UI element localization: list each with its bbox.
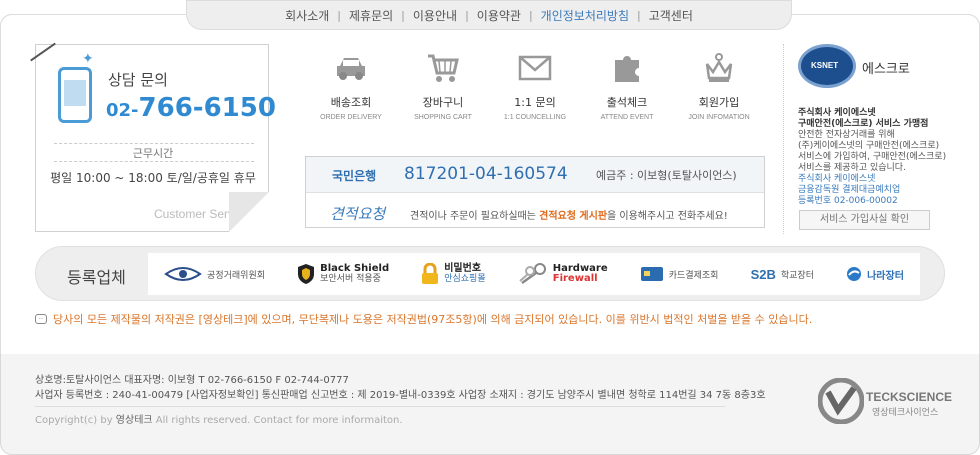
partner-s2b[interactable]: S2B 학교장터 — [751, 267, 814, 282]
footer-company-line: 상호명:토탈사이언스 대표자명: 이보형 T 02-766-6150 F 02-… — [35, 375, 349, 386]
registered-partners: 등록업체 공정거래위원회 Black Shield 보안서버 적용중 비밀번호 안심… — [35, 246, 945, 301]
footer-copyright: Copyright(c) by 영상테크 All rights reserved… — [35, 415, 403, 426]
nav-partnership[interactable]: 제휴문의 — [341, 7, 401, 24]
s2b-icon: S2B — [750, 266, 776, 282]
bank-row: 국민은행 817201-04-160574 예금주 : 이보형(토탈사이언스) — [306, 157, 764, 193]
contact-card: ✦ 상담 문의 02-766-6150 근무시간 평일 10:00 ~ 18:0… — [30, 42, 276, 232]
phone-prefix: 02- — [106, 100, 139, 121]
cart-icon — [426, 52, 460, 84]
menu-label: 장바구니 — [422, 96, 464, 109]
brand-name-en: TECKSCIENCE — [866, 390, 953, 404]
speech-bubble-icon: ·· — [35, 314, 47, 324]
mail-icon — [518, 52, 552, 84]
brand-name-ko: 영상테크사이언스 — [872, 408, 939, 418]
menu-label: 1:1 문의 — [514, 96, 556, 109]
bank-name: 국민은행 — [332, 169, 377, 183]
lock-icon — [422, 263, 439, 284]
car-icon — [334, 52, 368, 84]
partner-password-safe[interactable]: 비밀번호 안심쇼핑몰 — [421, 263, 486, 285]
nara-icon — [847, 267, 862, 281]
phone-main: 766-6150 — [138, 93, 276, 123]
escrow-title: 에스크로 — [862, 62, 910, 77]
quote-request-title[interactable]: 견적요청 — [330, 203, 385, 224]
footer-divider — [35, 406, 725, 407]
page-fold-corner — [229, 192, 269, 232]
menu-label: 회원가입 — [698, 96, 740, 109]
contact-phone[interactable]: 02-766-6150 — [106, 93, 276, 123]
escrow-verify-button[interactable]: 서비스 가입사실 확인 — [799, 210, 930, 230]
quote-board-link[interactable]: 견적요청 게시판 — [539, 211, 607, 222]
ftc-eye-icon — [164, 267, 202, 281]
copyright-notice: ·· 당사의 모든 제작물의 저작권은 [영상테크]에 있으며, 무단복제나 도… — [35, 311, 812, 327]
keys-icon — [519, 263, 546, 285]
escrow-text: 주식회사 케이에스넷 구매안전(에스크로) 서비스 가맹점 안전한 전자상거래를… — [798, 108, 947, 206]
business-hours: 평일 10:00 ~ 18:00 토/일/공휴일 휴무 — [50, 171, 256, 185]
menu-sub-label: JOIN INFOMATION — [688, 114, 750, 121]
partner-black-shield[interactable]: Black Shield 보안서버 적용중 — [297, 263, 389, 285]
quote-request-text: 견적이나 주문이 필요하실때는 견적요청 게시판을 이용해주시고 전화주세요! — [410, 211, 728, 222]
top-nav: 회사소개 | 제휴문의 | 이용안내 | 이용약관 | 개인정보처리방침 | 고… — [186, 0, 792, 30]
notice-text: 당사의 모든 제작물의 저작권은 [영상테크]에 있으며, 무단복제나 도용은 … — [53, 313, 813, 326]
nav-terms[interactable]: 이용약관 — [469, 7, 529, 24]
menu-join[interactable]: 회원가입 JOIN INFOMATION — [673, 52, 765, 132]
card-icon — [640, 267, 663, 281]
footer-registration-line: 사업자 등록번호 : 240-41-00479 [사업자정보확인] 통신판매업 … — [35, 390, 766, 401]
nav-guide[interactable]: 이용안내 — [405, 7, 465, 24]
menu-sub-label: 1:1 COUNCELLING — [503, 114, 567, 121]
menu-sub-label: SHOPPING CART — [414, 114, 472, 121]
divider — [54, 143, 254, 144]
bank-info: 국민은행 817201-04-160574 예금주 : 이보형(토탈사이언스) … — [305, 156, 765, 228]
nav-company[interactable]: 회사소개 — [277, 7, 337, 24]
smartphone-icon — [58, 67, 92, 123]
crown-icon — [702, 52, 736, 84]
menu-sub-label: ATTEND EVENT — [600, 114, 654, 121]
ksnet-seal-icon: KSNET — [798, 44, 856, 88]
escrow-info: KSNET 에스크로 주식회사 케이에스넷 구매안전(에스크로) 서비스 가맹점… — [783, 44, 963, 234]
divider — [54, 161, 254, 162]
brand-mark-icon — [818, 378, 864, 424]
partner-nara[interactable]: 나라장터 — [846, 266, 904, 282]
menu-attend-event[interactable]: 출석체크 ATTEND EVENT — [581, 52, 673, 132]
nav-privacy[interactable]: 개인정보처리방침 — [533, 7, 637, 24]
menu-label: 출석체크 — [606, 96, 648, 109]
partners-title: 등록업체 — [67, 268, 126, 287]
partner-card-payment[interactable]: 카드결제조회 — [640, 266, 718, 282]
bank-account-number: 817201-04-160574 — [404, 164, 568, 184]
menu-counselling[interactable]: 1:1 문의 1:1 COUNCELLING — [489, 52, 581, 132]
quick-menu: 배송조회 ORDER DELIVERY 장바구니 SHOPPING CART 1… — [305, 52, 765, 132]
partner-ftc[interactable]: 공정거래위원회 — [164, 266, 265, 282]
contact-label: 상담 문의 — [108, 71, 168, 89]
menu-order-delivery[interactable]: 배송조회 ORDER DELIVERY — [305, 52, 397, 132]
shield-icon — [298, 264, 315, 284]
menu-shopping-cart[interactable]: 장바구니 SHOPPING CART — [397, 52, 489, 132]
account-holder: 예금주 : 이보형(토탈사이언스) — [596, 169, 737, 182]
partner-hardware-firewall[interactable]: Hardware Firewall — [518, 263, 608, 285]
hours-title: 근무시간 — [132, 147, 174, 160]
menu-label: 배송조회 — [330, 96, 372, 109]
partners-strip: 공정거래위원회 Black Shield 보안서버 적용중 비밀번호 안심쇼핑몰 H… — [148, 253, 920, 295]
brand-logo: TECKSCIENCE 영상테크사이언스 — [818, 378, 952, 424]
nav-support[interactable]: 고객센터 — [641, 7, 701, 24]
puzzle-icon — [610, 52, 644, 84]
footer-info: 상호명:토탈사이언스 대표자명: 이보형 T 02-766-6150 F 02-… — [35, 373, 766, 428]
sparkle-icon: ✦ — [82, 51, 94, 67]
menu-sub-label: ORDER DELIVERY — [320, 114, 382, 121]
